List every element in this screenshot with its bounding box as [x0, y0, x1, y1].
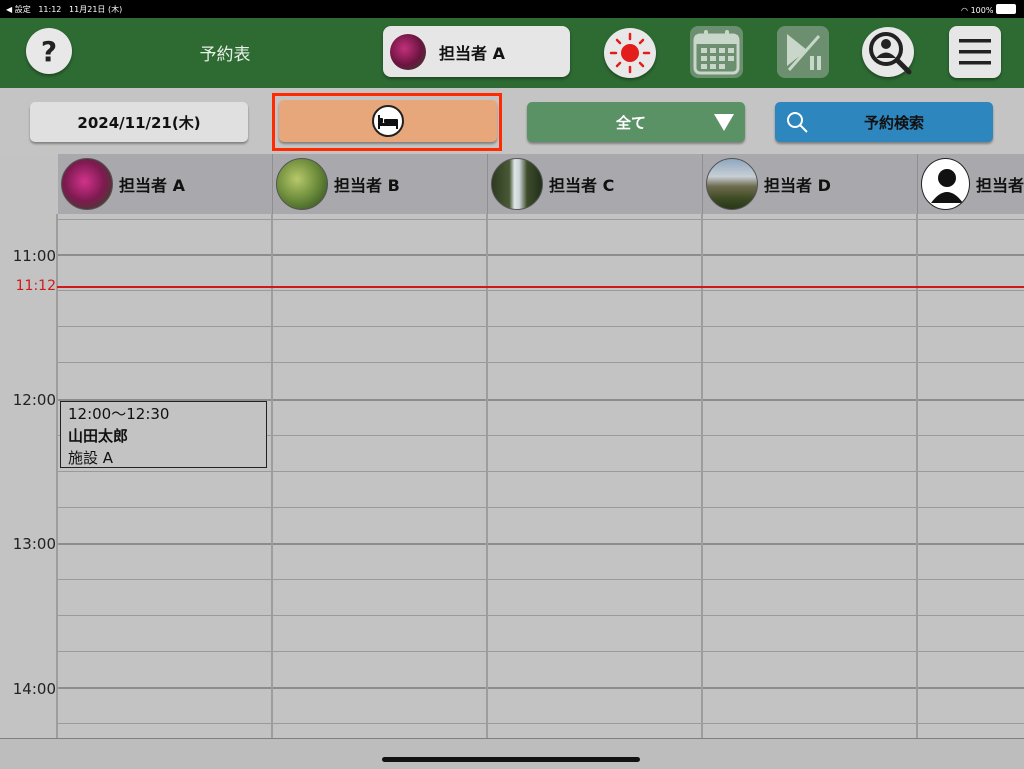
help-button[interactable]: ?	[26, 28, 72, 74]
staff-name: 担当者 B	[334, 176, 400, 195]
customer-search-button[interactable]	[862, 27, 914, 77]
today-button[interactable]	[604, 28, 656, 78]
staff-name: 担当者 D	[764, 176, 831, 195]
column-divider	[701, 214, 703, 738]
play-pause-icon	[787, 34, 821, 71]
status-date: 11月21日 (木)	[69, 5, 123, 14]
app-header: ? 予約表 担当者 A	[0, 18, 1024, 88]
column-divider	[916, 214, 918, 738]
time-column-header	[0, 154, 57, 214]
staff-column-header-b[interactable]: 担当者 B	[273, 154, 488, 214]
filter-dropdown[interactable]: 全て	[527, 102, 745, 142]
facility-view-button[interactable]	[279, 100, 497, 142]
menu-button[interactable]	[949, 26, 1001, 78]
staff-name: 担当者 A	[119, 176, 185, 195]
date-picker-button[interactable]: 2024/11/21(木)	[30, 102, 248, 142]
dropdown-arrow-icon	[714, 114, 734, 131]
current-time-line	[57, 286, 1024, 288]
staff-avatar-icon	[390, 33, 426, 70]
grid-line	[57, 723, 1024, 724]
calendar-button[interactable]	[690, 26, 743, 78]
time-label: 13:00	[12, 535, 56, 553]
help-icon: ?	[40, 34, 58, 68]
wifi-icon: ◠	[961, 6, 969, 15]
grid-line	[57, 471, 1024, 472]
appointment-card[interactable]: 12:00～12:30 山田太郎 施設 A	[60, 401, 267, 468]
time-label: 12:00	[12, 391, 56, 409]
grid-line	[57, 579, 1024, 580]
sun-icon	[609, 32, 651, 74]
appointment-time: 12:00～12:30	[68, 405, 170, 423]
appointment-facility: 施設 A	[68, 449, 114, 467]
grid-line	[57, 326, 1024, 327]
grid-line	[57, 687, 1024, 689]
calendar-icon	[693, 30, 740, 75]
status-bar: ◀ 設定 11:12 11月21日 (木) ◠ 100%	[0, 0, 1024, 18]
time-label: 11:00	[12, 247, 56, 265]
bed-icon	[372, 105, 404, 137]
column-divider	[486, 214, 488, 738]
home-indicator[interactable]	[382, 757, 640, 762]
staff-selector-button[interactable]: 担当者 A	[383, 26, 570, 77]
grid-line	[57, 615, 1024, 616]
schedule-grid: 担当者 A 担当者 B 担当者 C 担当者 D 担当者 11:00 12:00 …	[0, 154, 1024, 738]
play-pause-button[interactable]	[777, 26, 829, 78]
back-to-settings[interactable]: ◀ 設定	[6, 5, 31, 14]
staff-column-header-e[interactable]: 担当者	[918, 154, 1024, 214]
default-user-avatar-icon	[921, 158, 970, 210]
staff-column-header-a[interactable]: 担当者 A	[58, 154, 273, 214]
grid-line	[57, 219, 1024, 220]
bottom-bar	[0, 738, 1024, 769]
battery-icon	[996, 4, 1016, 14]
staff-name: 担当者	[975, 176, 1024, 195]
grid-line	[57, 651, 1024, 652]
grid-line	[57, 290, 1024, 291]
column-divider	[56, 214, 58, 738]
waterfall-avatar-icon	[491, 158, 543, 210]
appointment-customer-name: 山田太郎	[68, 427, 129, 445]
battery-percent: 100%	[970, 6, 994, 15]
staff-selector-label: 担当者 A	[439, 43, 505, 63]
date-label: 2024/11/21(木)	[77, 113, 201, 132]
page-title: 予約表	[199, 45, 251, 65]
grid-line	[57, 362, 1024, 363]
grid-line	[57, 507, 1024, 508]
staff-column-header-c[interactable]: 担当者 C	[488, 154, 703, 214]
flower-avatar-icon	[61, 158, 113, 210]
grid-line	[57, 254, 1024, 256]
staff-name: 担当者 C	[549, 176, 615, 195]
hamburger-menu-icon	[959, 39, 991, 65]
staff-column-header-d[interactable]: 担当者 D	[703, 154, 918, 214]
time-label: 14:00	[12, 680, 56, 698]
current-time-label: 11:12	[15, 278, 56, 294]
user-search-icon	[869, 32, 912, 75]
filter-label: 全て	[615, 113, 646, 132]
clock: 11:12	[38, 5, 62, 14]
search-icon	[787, 112, 808, 133]
leaf-avatar-icon	[276, 158, 328, 210]
column-divider	[271, 214, 273, 738]
toolbar: 2024/11/21(木) 全て 予約検索	[0, 88, 1024, 155]
grid-line	[57, 543, 1024, 545]
reservation-search-button[interactable]: 予約検索	[775, 102, 993, 142]
search-label: 予約検索	[863, 113, 924, 132]
landscape-avatar-icon	[706, 158, 758, 210]
